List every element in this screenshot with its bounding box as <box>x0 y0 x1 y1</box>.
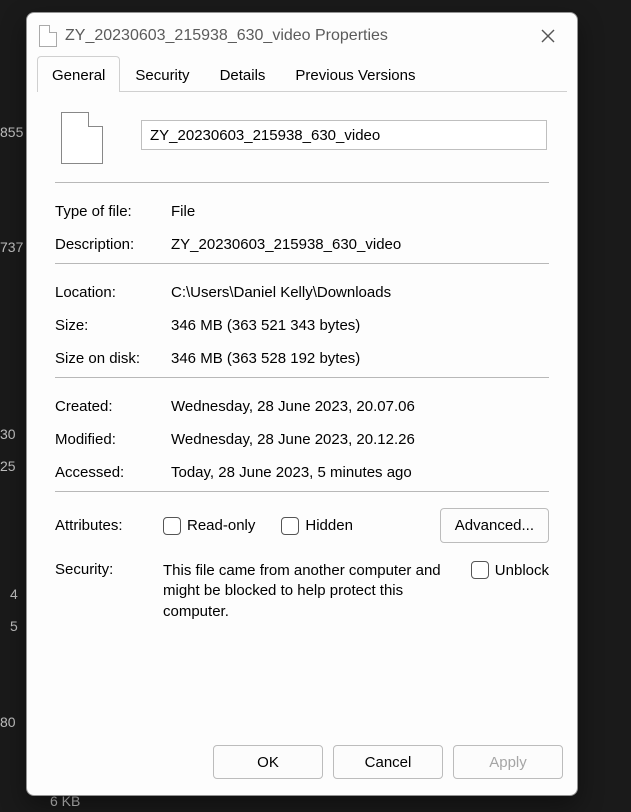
label-type-of-file: Type of file: <box>55 203 163 220</box>
file-type-icon <box>61 112 103 164</box>
dialog-footer: OK Cancel Apply <box>27 733 577 795</box>
filename-row <box>49 110 555 182</box>
value-size: 346 MB (363 521 343 bytes) <box>171 317 549 334</box>
tab-content-general: Type of file: File Description: ZY_20230… <box>37 91 567 733</box>
row-attributes: Attributes: Read-only Hidden Advanced... <box>49 506 555 551</box>
row-description: Description: ZY_20230603_215938_630_vide… <box>49 230 555 263</box>
label-security: Security: <box>55 561 163 578</box>
row-modified: Modified: Wednesday, 28 June 2023, 20.12… <box>49 425 555 458</box>
checkbox-unblock[interactable]: Unblock <box>471 561 549 579</box>
label-size-on-disk: Size on disk: <box>55 350 163 367</box>
row-security: Security: This file came from another co… <box>49 551 555 622</box>
value-modified: Wednesday, 28 June 2023, 20.12.26 <box>171 431 549 448</box>
label-accessed: Accessed: <box>55 464 163 481</box>
value-size-on-disk: 346 MB (363 528 192 bytes) <box>171 350 549 367</box>
checkbox-hidden[interactable]: Hidden <box>281 517 353 535</box>
value-accessed: Today, 28 June 2023, 5 minutes ago <box>171 464 549 481</box>
advanced-button[interactable]: Advanced... <box>440 508 549 543</box>
row-type-of-file: Type of file: File <box>49 197 555 230</box>
label-location: Location: <box>55 284 163 301</box>
filename-input[interactable] <box>141 120 547 150</box>
checkbox-box <box>471 561 489 579</box>
label-modified: Modified: <box>55 431 163 448</box>
cancel-button[interactable]: Cancel <box>333 745 443 779</box>
divider <box>55 377 549 378</box>
row-created: Created: Wednesday, 28 June 2023, 20.07.… <box>49 392 555 425</box>
label-size: Size: <box>55 317 163 334</box>
tab-strip: General Security Details Previous Versio… <box>27 55 577 91</box>
checkbox-box <box>163 517 181 535</box>
checkbox-read-only[interactable]: Read-only <box>163 517 255 535</box>
checkbox-label: Hidden <box>305 517 353 534</box>
tab-previous-versions[interactable]: Previous Versions <box>280 56 430 92</box>
ok-button[interactable]: OK <box>213 745 323 779</box>
close-button[interactable] <box>531 21 565 51</box>
tab-security[interactable]: Security <box>120 56 204 92</box>
properties-dialog: ZY_20230603_215938_630_video Properties … <box>26 12 578 796</box>
label-created: Created: <box>55 398 163 415</box>
checkbox-box <box>281 517 299 535</box>
value-type-of-file: File <box>171 203 549 220</box>
tab-details[interactable]: Details <box>205 56 281 92</box>
value-description: ZY_20230603_215938_630_video <box>171 236 549 253</box>
checkbox-label: Unblock <box>495 562 549 579</box>
divider <box>55 182 549 183</box>
label-description: Description: <box>55 236 163 253</box>
titlebar: ZY_20230603_215938_630_video Properties <box>27 13 577 55</box>
file-icon <box>39 25 57 47</box>
security-message: This file came from another computer and… <box>163 561 471 622</box>
checkbox-label: Read-only <box>187 517 255 534</box>
close-icon <box>541 29 555 43</box>
divider <box>55 491 549 492</box>
value-location: C:\Users\Daniel Kelly\Downloads <box>171 284 549 301</box>
tab-general[interactable]: General <box>37 56 120 92</box>
row-accessed: Accessed: Today, 28 June 2023, 5 minutes… <box>49 458 555 491</box>
row-size: Size: 346 MB (363 521 343 bytes) <box>49 311 555 344</box>
apply-button[interactable]: Apply <box>453 745 563 779</box>
row-size-on-disk: Size on disk: 346 MB (363 528 192 bytes) <box>49 344 555 377</box>
window-title: ZY_20230603_215938_630_video Properties <box>65 27 523 45</box>
label-attributes: Attributes: <box>55 517 163 534</box>
row-location: Location: C:\Users\Daniel Kelly\Download… <box>49 278 555 311</box>
value-created: Wednesday, 28 June 2023, 20.07.06 <box>171 398 549 415</box>
divider <box>55 263 549 264</box>
